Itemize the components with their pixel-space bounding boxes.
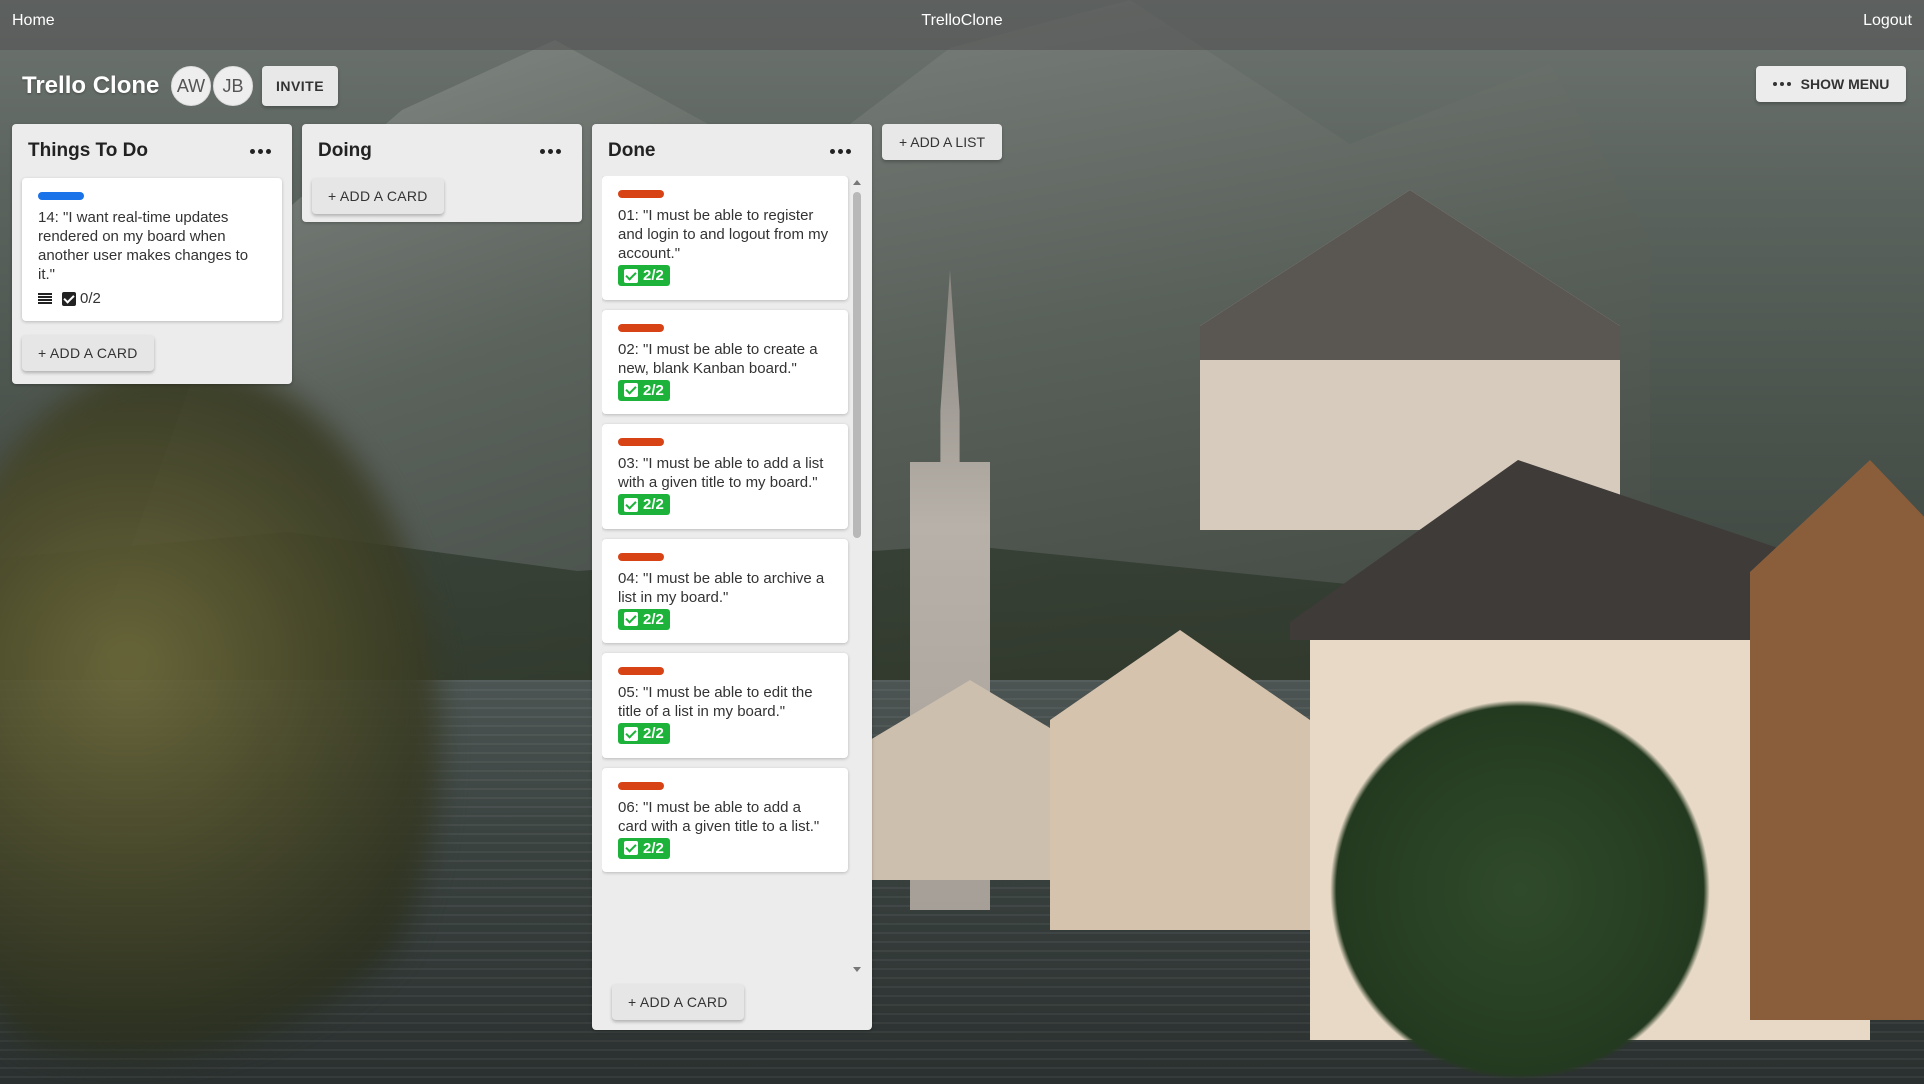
list-header: Things To Do: [12, 124, 292, 178]
member-avatar[interactable]: AW: [171, 66, 211, 106]
checklist-badge-complete: 2/2: [618, 265, 670, 286]
more-horizontal-icon: [249, 148, 271, 154]
card-title: 14: "I want real-time updates rendered o…: [38, 209, 249, 283]
list-title[interactable]: Done: [608, 140, 656, 162]
list-title[interactable]: Things To Do: [28, 140, 148, 162]
scrollbar-thumb[interactable]: [853, 192, 861, 538]
card[interactable]: 02: "I must be able to create a new, bla…: [602, 309, 848, 414]
checkbox-icon: [624, 726, 638, 741]
card-label: [618, 323, 664, 332]
card-container: 14: "I want real-time updates rendered o…: [12, 178, 292, 321]
card-label: [618, 438, 664, 446]
member-avatar[interactable]: JB: [213, 66, 253, 106]
checklist-count: 2/2: [643, 267, 664, 284]
background-house: [1750, 460, 1924, 1020]
card-container: 01: "I must be able to register and logi…: [602, 176, 848, 872]
card-title: 02: "I must be able to create a new, bla…: [618, 340, 818, 377]
add-list-button[interactable]: + ADD A LIST: [882, 124, 1002, 160]
nav-home-link[interactable]: Home: [12, 12, 55, 30]
card-badges: 0/2: [38, 290, 266, 307]
card-title: 05: "I must be able to edit the title of…: [618, 684, 813, 720]
checklist-badge-complete: 2/2: [618, 723, 670, 744]
add-card-button[interactable]: + ADD A CARD: [612, 984, 744, 1020]
nav-brand: TrelloClone: [921, 12, 1003, 29]
list-header: Doing: [302, 124, 582, 178]
checklist-badge-complete: 2/2: [618, 608, 670, 630]
card-label: [618, 781, 664, 790]
checkbox-icon: [62, 291, 76, 306]
background-house: [1050, 630, 1310, 930]
vertical-scrollbar[interactable]: [850, 176, 864, 976]
card-label: [618, 552, 664, 561]
card-title: 01: "I must be able to register and logi…: [618, 207, 829, 262]
board-title[interactable]: Trello Clone: [22, 72, 159, 100]
card-label: [618, 667, 664, 675]
checkbox-icon: [624, 841, 638, 855]
list-things-to-do: Things To Do 14: "I want real-time updat…: [12, 124, 292, 384]
checklist-badge: 0/2: [62, 290, 101, 307]
show-menu-button[interactable]: SHOW MENU: [1756, 66, 1906, 102]
list-menu-button[interactable]: [244, 135, 276, 167]
card-title: 04: "I must be able to archive a list in…: [618, 569, 825, 606]
checkbox-icon: [624, 268, 638, 283]
card-title: 06: "I must be able to add a card with a…: [618, 798, 820, 835]
card[interactable]: 06: "I must be able to add a card with a…: [602, 767, 848, 872]
card[interactable]: 03: "I must be able to add a list with a…: [602, 424, 848, 529]
scroll-up-arrow-icon[interactable]: [853, 180, 861, 185]
add-card-button[interactable]: + ADD A CARD: [22, 335, 154, 371]
background-trees: [1280, 700, 1760, 1080]
list-done: Done 01: "I must be able to register and…: [592, 124, 872, 1030]
list-header: Done: [592, 124, 872, 178]
checkbox-icon: [624, 497, 638, 512]
checklist-badge-complete: 2/2: [618, 837, 670, 859]
list-menu-button[interactable]: [824, 135, 856, 167]
checkbox-icon: [624, 383, 638, 397]
card[interactable]: 05: "I must be able to edit the title of…: [602, 653, 848, 758]
checkbox-icon: [624, 612, 638, 626]
more-horizontal-icon: [829, 148, 851, 154]
background-house: [870, 680, 1070, 880]
card[interactable]: 04: "I must be able to archive a list in…: [602, 538, 848, 643]
more-horizontal-icon: [1772, 82, 1791, 86]
background-roof: [1200, 190, 1620, 360]
more-horizontal-icon: [539, 148, 561, 154]
checklist-count: 2/2: [643, 610, 664, 628]
card-label: [38, 192, 84, 200]
checklist-count: 2/2: [643, 725, 664, 742]
top-navbar: Home TrelloClone Logout: [0, 0, 1924, 50]
list-title[interactable]: Doing: [318, 140, 372, 162]
list-menu-button[interactable]: [534, 135, 566, 167]
card-title: 03: "I must be able to add a list with a…: [618, 455, 824, 491]
checklist-count: 0/2: [80, 290, 101, 307]
checklist-count: 2/2: [643, 381, 664, 399]
invite-button[interactable]: INVITE: [262, 66, 338, 106]
show-menu-label: SHOW MENU: [1800, 76, 1890, 92]
card[interactable]: 01: "I must be able to register and logi…: [602, 176, 848, 300]
card[interactable]: 14: "I want real-time updates rendered o…: [22, 178, 282, 321]
scroll-down-arrow-icon[interactable]: [853, 967, 861, 972]
nav-logout-link[interactable]: Logout: [1863, 12, 1912, 30]
card-scroll-area[interactable]: 01: "I must be able to register and logi…: [602, 176, 864, 976]
checklist-count: 2/2: [643, 839, 664, 857]
checklist-count: 2/2: [643, 496, 664, 513]
card-label: [618, 190, 664, 198]
checklist-badge-complete: 2/2: [618, 494, 670, 515]
add-card-button[interactable]: + ADD A CARD: [312, 178, 444, 214]
description-icon: [38, 292, 52, 305]
list-doing: Doing + ADD A CARD: [302, 124, 582, 222]
checklist-badge-complete: 2/2: [618, 379, 670, 401]
